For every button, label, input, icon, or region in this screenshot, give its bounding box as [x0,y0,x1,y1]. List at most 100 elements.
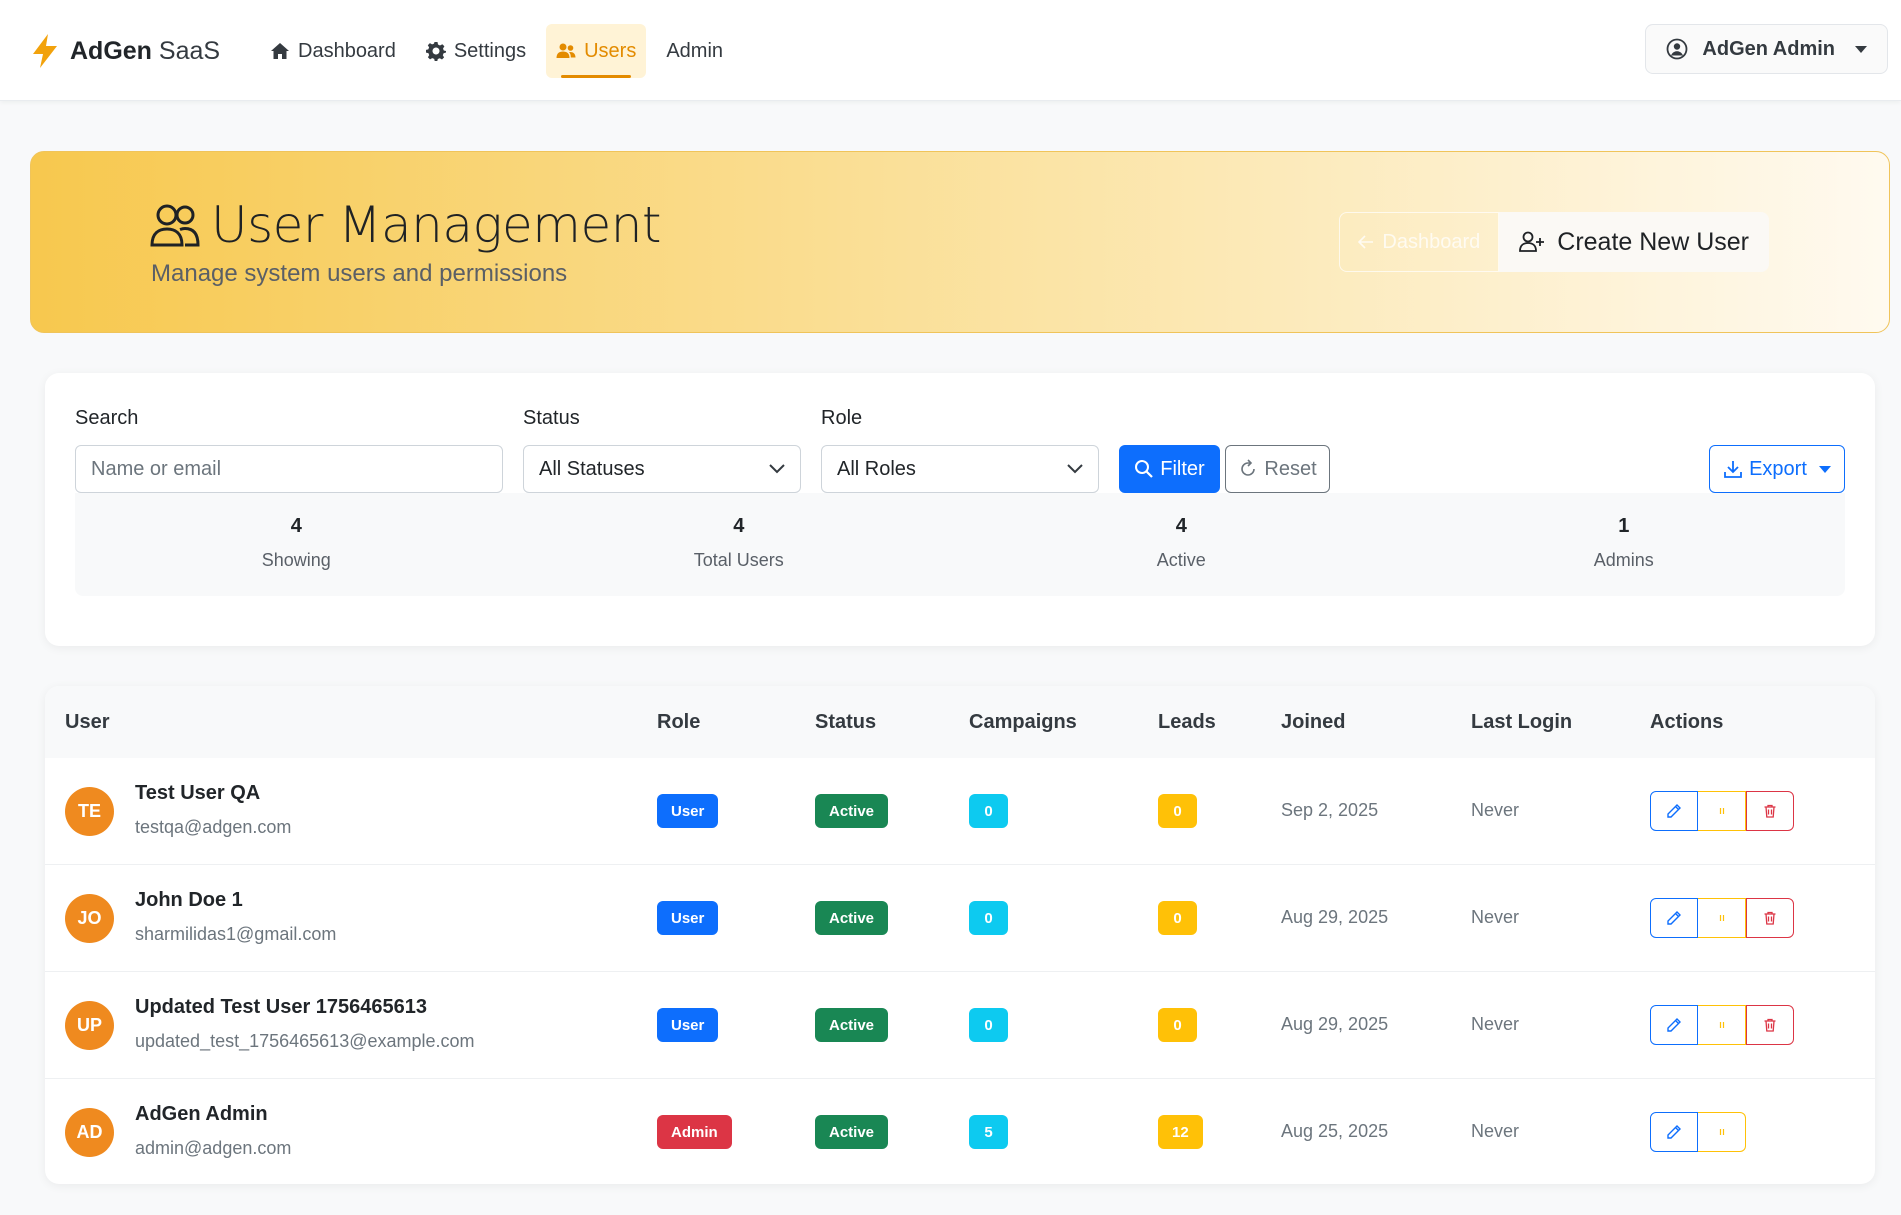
chevron-down-icon [1855,45,1867,53]
edit-button[interactable] [1650,898,1698,938]
table-row: TE Test User QA testqa@adgen.com User Ac… [45,758,1875,865]
status-select[interactable]: All Statuses [523,445,801,493]
joined-date: Aug 29, 2025 [1281,1014,1389,1034]
users-table: User Role Status Campaigns Leads Joined … [45,686,1875,1184]
last-login: Never [1471,1014,1520,1034]
pause-icon [1719,1022,1724,1028]
stat-admins: 1 Admins [1593,515,1654,570]
user-menu-label: AdGen Admin [1702,37,1835,60]
delete-button[interactable] [1746,898,1794,938]
campaigns-badge: 0 [969,794,1008,828]
brand[interactable]: AdGen SaaS [30,30,220,72]
pause-button[interactable] [1698,1112,1746,1152]
role-badge: Admin [657,1115,732,1149]
filter-card: Search Name or email Status All Statuses… [45,373,1875,646]
status-label: Status [523,407,580,429]
brand-name: AdGen SaaS [70,36,221,65]
row-actions [1650,898,1794,938]
chevron-down-icon [1067,464,1083,474]
avatar: AD [65,1108,114,1157]
user-name: Updated Test User 1756465613 [135,996,428,1018]
nav-admin[interactable]: Admin [656,24,733,78]
col-actions: Actions [1650,711,1724,733]
status-badge: Active [815,901,889,935]
download-icon [1724,461,1742,478]
user-name: AdGen Admin [135,1103,268,1125]
row-actions [1650,1112,1746,1152]
gear-icon [425,42,446,61]
header-actions: Dashboard Create New User [1339,212,1769,272]
leads-badge: 0 [1158,794,1197,828]
role-select[interactable]: All Roles [821,445,1099,493]
user-email: admin@adgen.com [135,1138,292,1158]
nav-dashboard-label: Dashboard [298,39,396,62]
pause-icon [1719,808,1724,814]
edit-button[interactable] [1650,791,1698,831]
user-email: sharmilidas1@gmail.com [135,924,337,944]
nav-users[interactable]: Users [546,24,647,78]
pencil-icon [1667,1018,1681,1032]
nav-dashboard[interactable]: Dashboard [260,24,406,78]
campaigns-badge: 0 [969,901,1008,935]
nav-settings[interactable]: Settings [416,24,536,78]
export-dropdown-button[interactable]: Export [1709,445,1845,493]
campaigns-badge: 0 [969,1008,1008,1042]
joined-date: Aug 25, 2025 [1281,1121,1389,1141]
leads-badge: 0 [1158,1008,1197,1042]
col-last-login[interactable]: Last Login [1471,711,1572,734]
nav-settings-label: Settings [453,39,527,62]
search-icon [1135,460,1154,478]
reset-button[interactable]: Reset [1225,445,1330,493]
last-login: Never [1471,1121,1520,1141]
trash-icon [1764,1018,1776,1032]
delete-button[interactable] [1746,791,1794,831]
table-header: User Role Status Campaigns Leads Joined … [45,686,1875,758]
search-input[interactable]: Name or email [75,445,503,493]
role-label: Role [821,407,863,429]
chevron-down-icon [1818,465,1831,473]
navbar: AdGen SaaS Dashboard Settings Users Admi… [0,0,1901,101]
users-icon [556,43,576,58]
user-plus-icon [1519,231,1545,252]
edit-button[interactable] [1650,1005,1698,1045]
col-campaigns[interactable]: Campaigns [969,711,1077,734]
nav-users-label: Users [584,39,637,62]
pause-button[interactable] [1698,1005,1746,1045]
col-role[interactable]: Role [657,711,700,734]
pause-icon [1719,915,1724,921]
pause-button[interactable] [1698,898,1746,938]
user-circle-icon [1667,38,1688,60]
home-icon [271,43,289,59]
refresh-icon [1241,459,1256,476]
stats-summary: 4 Showing 4 Total Users 4 Active 1 Admin… [75,493,1845,596]
pause-icon [1719,1129,1724,1135]
pencil-icon [1667,1125,1681,1139]
role-badge: User [657,794,719,828]
leads-badge: 12 [1158,1115,1203,1149]
create-new-user-button[interactable]: Create New User [1499,212,1769,272]
col-joined[interactable]: Joined [1281,711,1345,734]
page-header: User Management Manage system users and … [30,151,1890,333]
stat-total-users: 4 Total Users [693,515,784,570]
role-badge: User [657,1008,719,1042]
joined-date: Aug 29, 2025 [1281,907,1389,927]
col-leads[interactable]: Leads [1158,711,1216,734]
page-subtitle: Manage system users and permissions [151,260,568,287]
table-row: AD AdGen Admin admin@adgen.com Admin Act… [45,1079,1875,1184]
filter-button[interactable]: Filter [1119,445,1220,493]
page-title: User Management [149,196,662,254]
back-to-dashboard-button[interactable]: Dashboard [1339,212,1500,272]
user-menu-dropdown[interactable]: AdGen Admin [1645,24,1888,74]
edit-button[interactable] [1650,1112,1698,1152]
col-status[interactable]: Status [815,711,876,734]
trash-icon [1764,911,1776,925]
avatar: JO [65,894,114,943]
joined-date: Sep 2, 2025 [1281,800,1379,820]
status-badge: Active [815,794,889,828]
stat-showing: 4 Showing [261,515,331,570]
search-label: Search [75,407,139,429]
col-user[interactable]: User [65,711,109,734]
pause-button[interactable] [1698,791,1746,831]
avatar: TE [65,787,114,836]
delete-button[interactable] [1746,1005,1794,1045]
